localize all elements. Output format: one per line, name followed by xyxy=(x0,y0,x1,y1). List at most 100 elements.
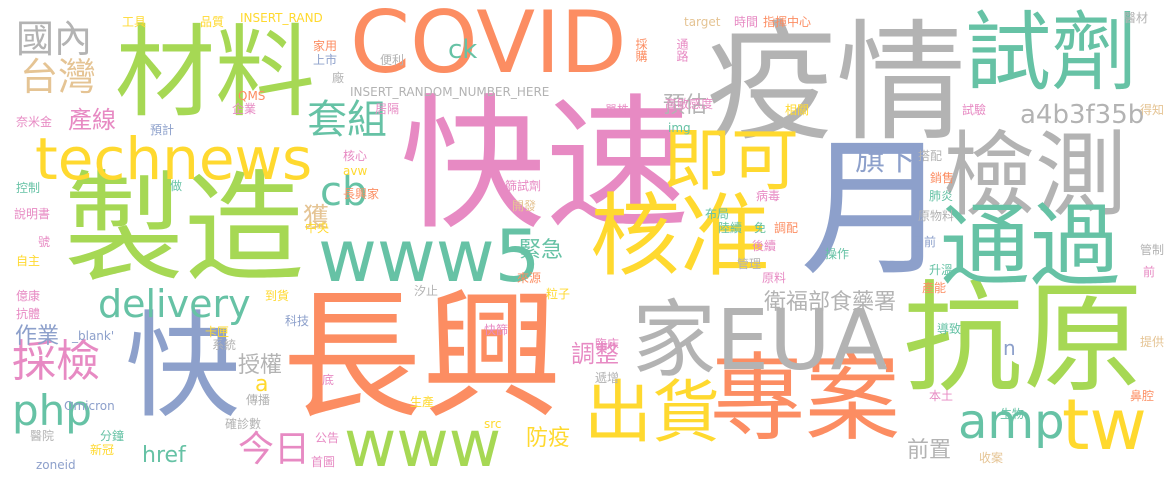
word-lizi: 粒子 xyxy=(546,287,571,301)
word-fenzhong: 分鐘 xyxy=(100,429,125,443)
word-qms: QMS xyxy=(238,89,266,103)
word-tiaopei: 調配 xyxy=(774,221,799,235)
word-quezhenshu: 確診數 xyxy=(225,417,262,431)
word-kuaishai: 快篩 xyxy=(484,323,509,337)
word-chuanbo: 傳播 xyxy=(246,393,271,407)
word-buju: 布局 xyxy=(705,207,730,221)
word-hexin: 核心 xyxy=(343,149,368,163)
word-gongju: 工具 xyxy=(122,15,147,29)
word-zhongyang: 中央 xyxy=(305,221,330,235)
word-xinguan: 新冠 xyxy=(90,443,115,457)
word-laiyuan: 來源 xyxy=(517,271,542,285)
word-www5: www5 xyxy=(318,214,541,298)
word-caigou: 採購 xyxy=(634,38,648,62)
word-guonei: 國內 xyxy=(16,17,93,61)
word-gaominganxdu: 高敏感度 xyxy=(665,97,714,111)
word-shangshi: 上市 xyxy=(313,53,338,67)
word-xiangguan: 相關 xyxy=(785,103,810,117)
word-shouan: 收案 xyxy=(979,451,1004,465)
word-taiwan: 台灣 xyxy=(20,55,97,99)
word-shoutu: 首圖 xyxy=(311,455,336,469)
word-dizeng: 遞增 xyxy=(595,371,620,385)
word-insert-rand: INSERT_RAND xyxy=(240,11,323,25)
word-jinri: 今日 xyxy=(238,429,311,470)
word-insert-random-number: INSERT_RANDOM_NUMBER_HERE xyxy=(350,85,550,99)
word-chang: 廠 xyxy=(332,71,345,85)
word-a4b3f35b: a4b3f35b xyxy=(1020,100,1145,130)
word-danzhu: 單株 xyxy=(605,103,630,117)
word-mian: 免 xyxy=(754,221,767,235)
word-qixia: 旗下 xyxy=(855,143,915,178)
word-jike: 即可 xyxy=(663,122,800,201)
word-zizhu: 自主 xyxy=(16,254,41,268)
word-dezhi: 得知 xyxy=(1140,103,1165,117)
word-gonggao: 公告 xyxy=(315,431,340,445)
word-cloud: 長興 快速 疫情 製造 COVID 材料 試劑 月 抗原 專案 家EUA 快 檢… xyxy=(0,0,1175,482)
word-shijian: 時間 xyxy=(734,15,759,29)
word-yuji: 預計 xyxy=(150,123,175,137)
word-bentu: 本土 xyxy=(929,389,954,403)
word-changxingjia: 長興家 xyxy=(343,187,380,201)
word-jiayong: 家用 xyxy=(313,39,338,53)
word-href: href xyxy=(142,443,186,468)
word-shengwu: 生物 xyxy=(1000,407,1025,421)
word-ck: ck xyxy=(448,35,478,65)
word-shiyan: 試驗 xyxy=(962,103,987,117)
word-amp: amp xyxy=(958,394,1065,450)
word-img: img xyxy=(668,121,691,135)
word-avw: avw xyxy=(343,164,368,178)
word-kaxia: 卡匣 xyxy=(205,325,230,339)
word-feiyan: 肺炎 xyxy=(929,189,954,203)
word-shuomingshu: 說明書 xyxy=(14,207,51,221)
word-xitong: 系統 xyxy=(212,338,237,352)
word-shiji: 試劑 xyxy=(965,3,1137,103)
word-pinzhi: 品質 xyxy=(200,15,225,29)
word-bingdu: 病毒 xyxy=(756,189,781,203)
word-shengwen: 升溫 xyxy=(929,263,954,277)
word-keji: 科技 xyxy=(285,314,310,328)
word-yiyuan: 醫院 xyxy=(30,429,55,443)
word-kangti: 抗體 xyxy=(16,307,41,321)
word-shaishiji: 篩試劑 xyxy=(505,179,542,193)
word-yikang: 億康 xyxy=(16,289,41,303)
word-channeng: 產能 xyxy=(922,281,947,295)
word-qianzhi: 前置 xyxy=(907,438,952,463)
word-tonglu: 通路 xyxy=(675,38,689,62)
word-kongzhi: 控制 xyxy=(16,181,41,195)
word-houxu: 後續 xyxy=(752,239,777,253)
word-omicron: Omicron xyxy=(64,399,115,413)
word-chanxian: 產線 xyxy=(68,106,116,134)
word-tigong: 提供 xyxy=(1140,335,1165,349)
word-www: www xyxy=(344,408,502,482)
word-jinji: 緊急 xyxy=(519,238,564,263)
word-qian: 前 xyxy=(1143,265,1156,279)
word-delivery: delivery xyxy=(98,282,251,326)
word-luxu: 陸續 xyxy=(718,221,743,235)
word-n: n xyxy=(1003,336,1016,360)
word-shengchan: 生產 xyxy=(410,395,435,409)
word-dapei: 搭配 xyxy=(918,149,943,163)
word-xizhi: 汐止 xyxy=(414,284,439,298)
word-yuanliao: 原料 xyxy=(762,271,787,285)
word-tongguo: 通過 xyxy=(940,194,1120,299)
word-daohuo: 到貨 xyxy=(265,289,290,303)
word-daozhi: 導致 xyxy=(937,322,962,336)
word-juge: 居隔 xyxy=(375,102,400,116)
word-covid: COVID xyxy=(350,0,627,93)
word-guanzhi: 管制 xyxy=(1140,243,1165,257)
word-blank: _blank' xyxy=(72,329,115,343)
word-src: src xyxy=(484,417,502,431)
word-zoneid: zoneid xyxy=(36,458,76,472)
word-naimijin: 奈米金 xyxy=(16,115,53,129)
word-zuo: 做 xyxy=(170,179,183,193)
word-biqiang: 鼻腔 xyxy=(1130,389,1155,403)
word-linchuang: 臨床 xyxy=(595,337,620,351)
word-hao: 號 xyxy=(38,235,51,249)
word-bianli: 便利 xyxy=(380,53,405,67)
word-kaifa: 開發 xyxy=(512,199,537,213)
word-weifubu: 衛福部食藥署 xyxy=(764,290,897,315)
word-zuoye: 作業 xyxy=(15,324,60,349)
word-xiaoshou: 銷售 xyxy=(930,171,955,185)
word-qiye: 企業 xyxy=(232,102,257,116)
word-chuhuo: 出貨 xyxy=(584,374,721,453)
